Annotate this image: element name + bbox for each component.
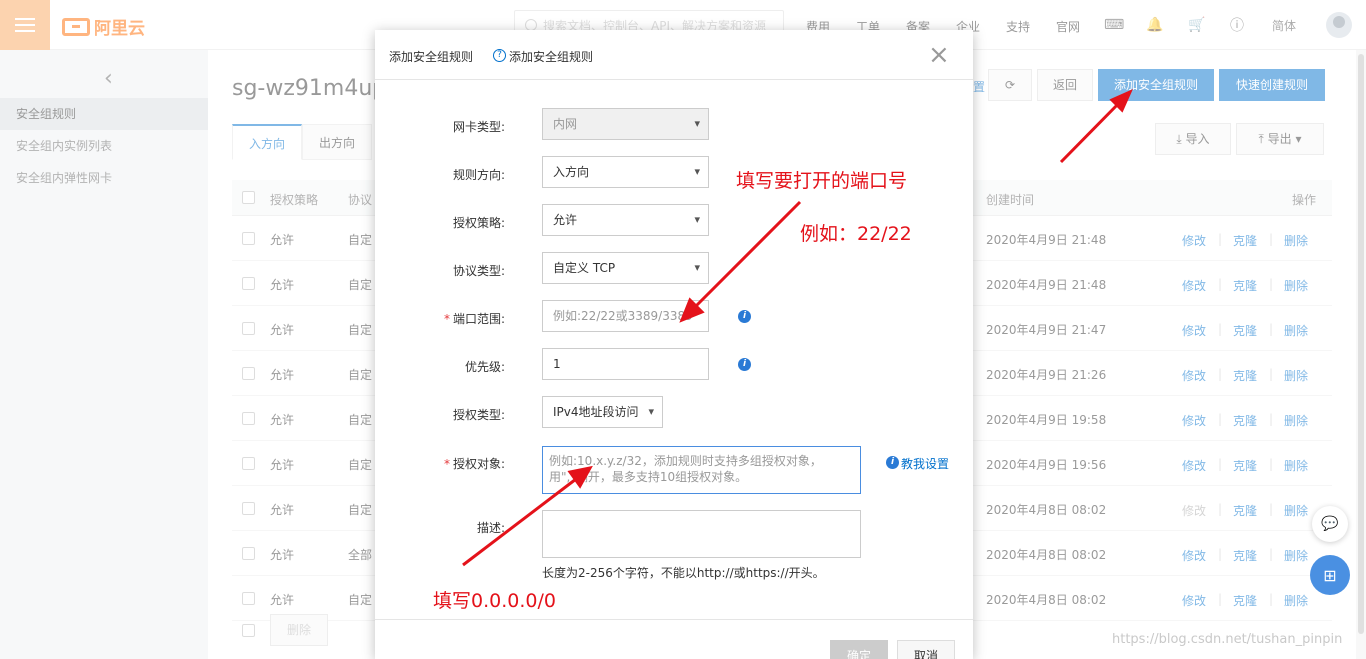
direction-label: 规则方向:: [452, 168, 505, 182]
close-icon[interactable]: ×: [928, 42, 950, 68]
watermark: https://blog.csdn.net/tushan_pinpin: [1112, 632, 1343, 647]
priority-input[interactable]: 1: [542, 348, 709, 380]
chevron-down-icon: ▾: [648, 405, 654, 418]
annotation-port-hint: 填写要打开的端口号: [736, 170, 908, 192]
auth-object-label: * 授权对象:: [375, 455, 505, 472]
protocol-select[interactable]: 自定义 TCP ▾: [542, 252, 709, 284]
annotation-port-example: 例如：22/22: [800, 223, 912, 245]
required-mark: *: [443, 457, 450, 471]
description-hint: 长度为2-256个字符，不能以http://或https://开头。: [542, 566, 825, 580]
chevron-down-icon: ▾: [694, 117, 700, 130]
question-icon[interactable]: ?: [493, 49, 506, 62]
dialog-footer: 确定 取消: [375, 619, 973, 659]
dialog-header: 添加安全组规则 ? 添加安全组规则 ×: [375, 30, 973, 80]
chat-float-button[interactable]: 💬: [1312, 506, 1348, 542]
required-mark: *: [443, 312, 450, 326]
chat-icon: 💬: [1321, 516, 1339, 532]
policy-value: 允许: [553, 213, 578, 227]
policy-label: 授权策略:: [452, 216, 505, 230]
direction-value: 入方向: [553, 165, 590, 179]
port-info-icon[interactable]: i: [738, 310, 751, 323]
annotation-ip-hint: 填写0.0.0.0/0: [433, 590, 556, 612]
port-range-label-text: 端口范围:: [452, 312, 505, 326]
port-range-input[interactable]: 例如:22/22或3389/3389: [542, 300, 709, 332]
priority-info-icon[interactable]: i: [738, 358, 751, 371]
protocol-value: 自定义 TCP: [553, 261, 616, 275]
chevron-down-icon: ▾: [694, 261, 700, 274]
auth-type-value: IPv4地址段访问: [553, 405, 639, 419]
add-rule-dialog: 添加安全组规则 ? 添加安全组规则 × 网卡类型: 内网 ▾ 规则方向: 入方向 ▾…: [375, 30, 973, 659]
auth-type-label: 授权类型:: [452, 408, 505, 422]
apps-float-button[interactable]: ⊞: [1310, 555, 1350, 595]
dialog-title: 添加安全组规则: [389, 50, 474, 64]
teach-me-link[interactable]: 教我设置: [901, 455, 949, 472]
description-label: 描述:: [476, 521, 505, 535]
direction-select[interactable]: 入方向 ▾: [542, 156, 709, 188]
nic-type-label: 网卡类型:: [452, 120, 505, 134]
dialog-help-link[interactable]: 添加安全组规则: [509, 48, 593, 65]
port-range-label: * 端口范围:: [375, 310, 505, 327]
grid-icon: ⊞: [1323, 565, 1337, 585]
auth-object-textarea[interactable]: 例如:10.x.y.z/32，添加规则时支持多组授权对象，用","隔开，最多支持…: [542, 446, 861, 494]
auth-object-label-text: 授权对象:: [452, 457, 505, 471]
confirm-button[interactable]: 确定: [830, 640, 888, 659]
description-textarea[interactable]: [542, 510, 861, 558]
nic-type-select: 内网 ▾: [542, 108, 709, 140]
chevron-down-icon: ▾: [694, 165, 700, 178]
priority-label: 优先级:: [464, 360, 505, 374]
policy-select[interactable]: 允许 ▾: [542, 204, 709, 236]
teach-info-icon: i: [886, 456, 899, 469]
chevron-down-icon: ▾: [694, 213, 700, 226]
cancel-button[interactable]: 取消: [897, 640, 955, 659]
protocol-label: 协议类型:: [452, 264, 505, 278]
auth-type-select[interactable]: IPv4地址段访问 ▾: [542, 396, 663, 428]
nic-type-value: 内网: [553, 117, 578, 131]
